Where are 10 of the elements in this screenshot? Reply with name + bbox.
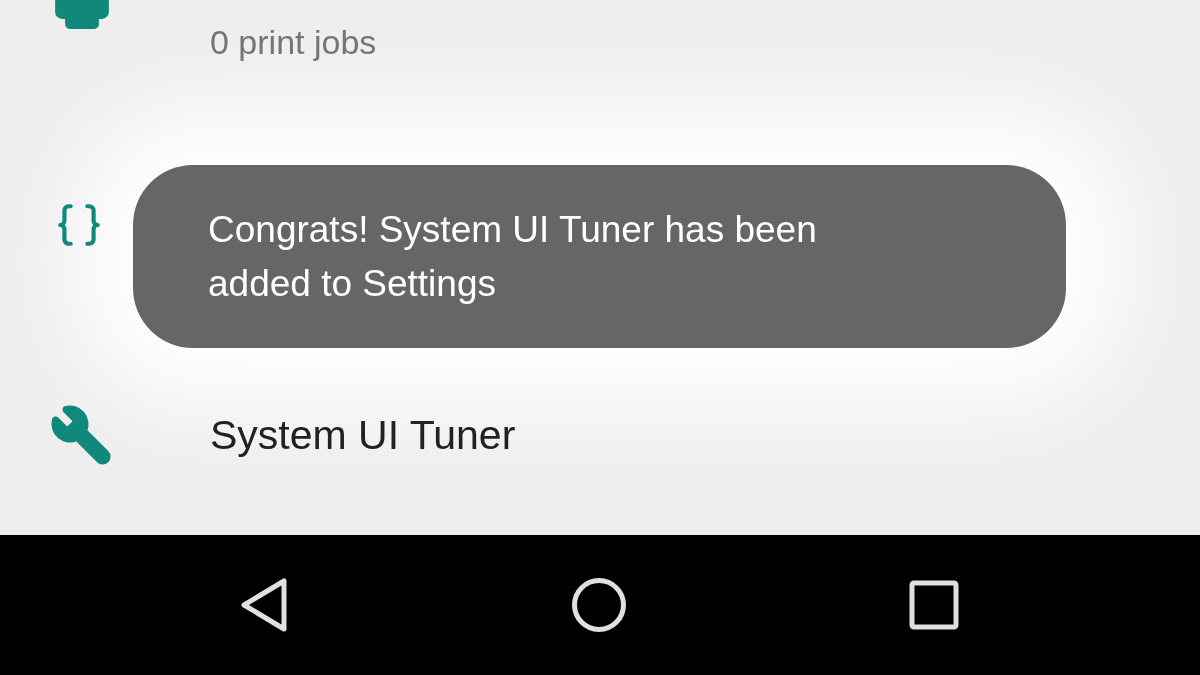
recents-button[interactable] xyxy=(908,579,960,631)
print-jobs-summary: 0 print jobs xyxy=(210,22,377,62)
home-button[interactable] xyxy=(570,576,628,634)
toast-message: Congrats! System UI Tuner has been added to Settings xyxy=(133,165,1066,348)
back-icon xyxy=(240,578,288,632)
recents-icon xyxy=(909,580,959,630)
menu-item-title[interactable]: System UI Tuner xyxy=(210,411,516,459)
back-button[interactable] xyxy=(238,577,290,633)
wrench-icon xyxy=(48,402,114,468)
home-icon xyxy=(571,577,627,633)
